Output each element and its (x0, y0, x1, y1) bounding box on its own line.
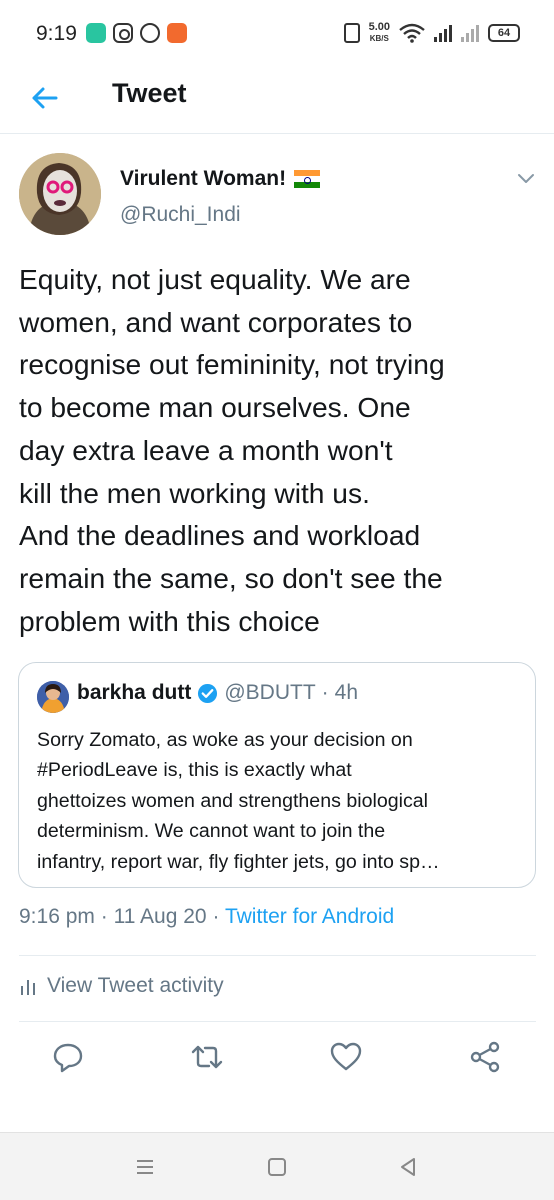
vibrate-icon (343, 23, 360, 43)
instagram-icon (113, 23, 133, 43)
page-title: Tweet (112, 78, 187, 108)
meta-separator: · (100, 905, 108, 928)
tweet-text-line: women, and want corporates to (19, 305, 413, 338)
tweet-text-line: day extra leave a month won't (19, 433, 393, 466)
quoted-header: barkha dutt @BDUTT · 4h (77, 681, 358, 705)
status-bar: 9:19 5.00 KB/S 64 (0, 0, 554, 68)
author-avatar[interactable] (19, 153, 101, 235)
bar-chart-icon (21, 980, 35, 995)
notification-icon (167, 23, 187, 43)
like-icon[interactable] (329, 1040, 363, 1074)
tweet-source-link[interactable]: Twitter for Android (225, 905, 394, 928)
home-icon[interactable] (265, 1155, 289, 1179)
reply-icon[interactable] (51, 1040, 85, 1074)
network-speed-unit: KB/S (369, 34, 389, 43)
tweet-text-line: to become man ourselves. One (19, 391, 411, 424)
tweet-time: 9:16 pm (19, 905, 95, 928)
view-tweet-activity-label: View Tweet activity (47, 974, 224, 997)
menu-icon[interactable] (133, 1155, 157, 1179)
network-speed: 5.00 KB/S (369, 22, 390, 44)
quoted-author-name: barkha dutt (77, 681, 192, 704)
quoted-text-line: Sorry Zomato, as woke as your decision o… (37, 729, 413, 751)
tweet-actions (0, 1022, 554, 1098)
status-time: 9:19 (36, 22, 77, 45)
quoted-text-line: infantry, report war, fly fighter jets, … (37, 850, 440, 873)
quoted-time: 4h (334, 681, 359, 704)
status-notification-icons (86, 22, 187, 44)
system-nav-bar (0, 1132, 554, 1200)
avatar-image (19, 153, 101, 235)
status-system-icons: 5.00 KB/S 64 (343, 20, 520, 46)
chevron-down-icon[interactable] (516, 168, 536, 188)
india-flag-icon (294, 170, 321, 188)
share-icon[interactable] (468, 1040, 502, 1074)
quoted-author-handle: @BDUTT (224, 681, 316, 704)
retweet-icon[interactable] (190, 1040, 224, 1074)
tweet-text-line: problem with this choice (19, 604, 320, 637)
quoted-author-avatar (37, 681, 69, 713)
battery-icon: 64 (488, 24, 520, 42)
app-header: Tweet (0, 68, 554, 134)
quoted-tweet[interactable]: barkha dutt @BDUTT · 4h Sorry Zomato, as… (18, 662, 536, 888)
tweet-date: 11 Aug 20 (113, 905, 207, 928)
author-name-text: Virulent Woman! (120, 167, 287, 190)
tweet-text-line: kill the men working with us. (19, 476, 370, 509)
tweet-text-line: recognise out femininity, not trying (19, 348, 445, 381)
view-tweet-activity-button[interactable]: View Tweet activity (19, 974, 224, 998)
quoted-text-line: ghettoizes women and strengthens biologi… (37, 789, 429, 812)
signal-icon-2 (461, 24, 479, 42)
author-name[interactable]: Virulent Woman! (120, 167, 321, 191)
wifi-icon (399, 23, 425, 43)
network-speed-value: 5.00 (368, 21, 390, 33)
divider (19, 955, 536, 956)
whatsapp-icon (140, 23, 160, 43)
bottom-spacer (0, 1098, 554, 1132)
verified-badge-icon (198, 683, 218, 703)
quoted-separator: · (321, 681, 329, 704)
quoted-text: Sorry Zomato, as woke as your decision o… (37, 725, 527, 877)
app-icon (86, 23, 106, 43)
tweet-text-line: And the deadlines and workload (19, 519, 421, 552)
meta-separator-2: · (212, 905, 220, 928)
tweet-timestamp: 9:16 pm · 11 Aug 20 · Twitter for Androi… (19, 905, 394, 929)
back-arrow-icon[interactable] (28, 81, 62, 115)
back-nav-icon[interactable] (396, 1155, 420, 1179)
tweet-text: Equity, not just equality. We are women, … (19, 258, 549, 642)
quoted-text-line: #PeriodLeave is, this is exactly what (37, 759, 352, 782)
signal-icon (434, 24, 452, 42)
author-handle[interactable]: @Ruchi_Indi (120, 203, 241, 227)
quoted-text-line: determinism. We cannot want to join the (37, 820, 386, 843)
tweet-text-line: Equity, not just equality. We are (19, 263, 411, 295)
tweet-text-line: remain the same, so don't see the (19, 561, 443, 594)
